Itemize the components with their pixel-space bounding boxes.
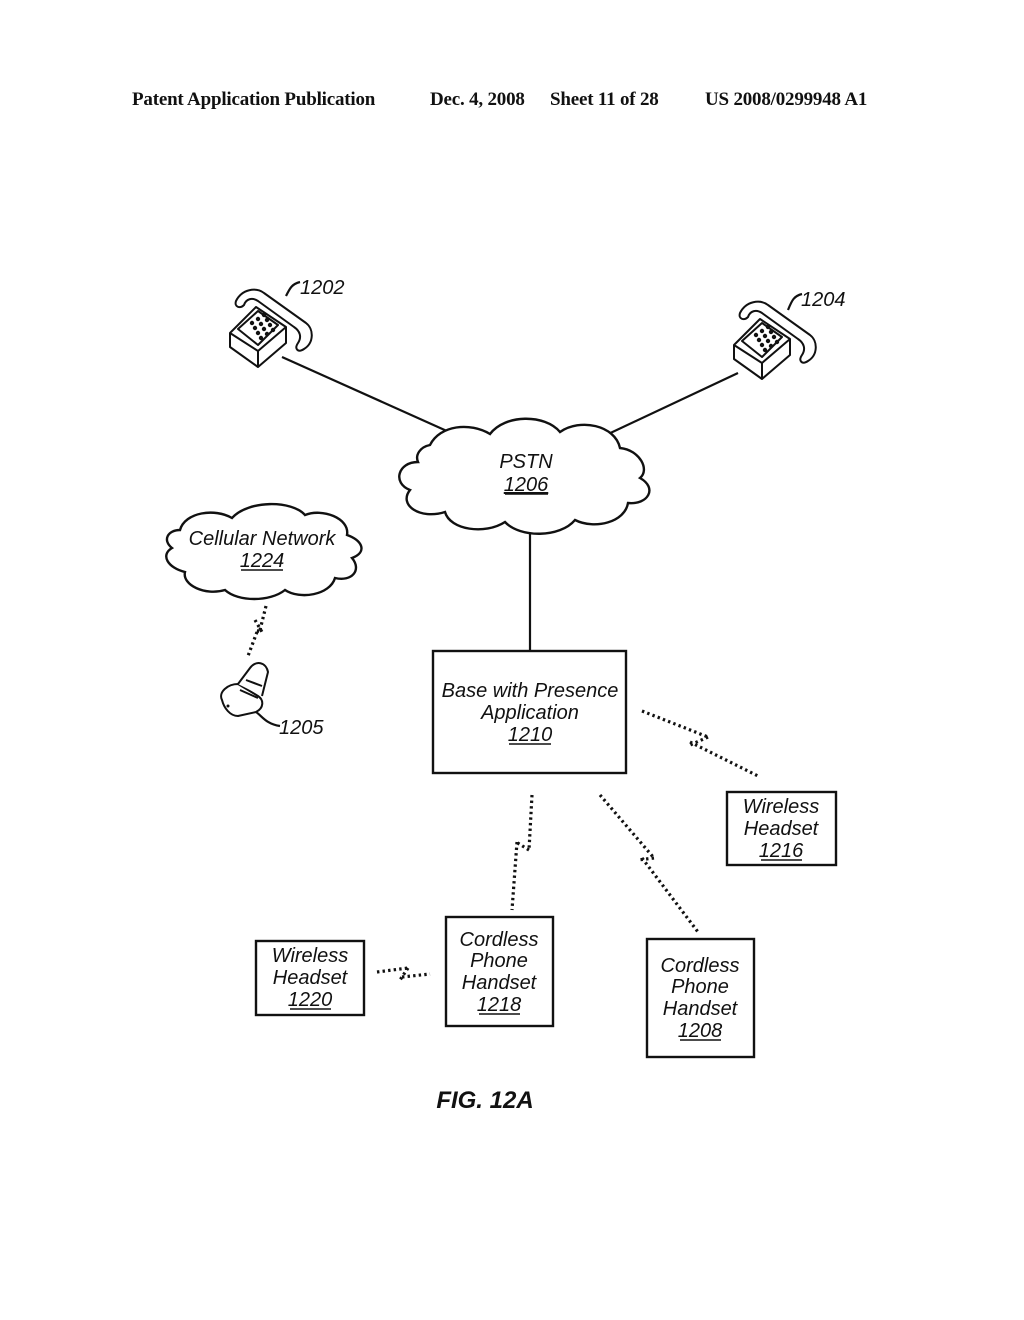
leader-1205	[255, 711, 281, 728]
headset-1220-line2: Headset	[273, 967, 349, 989]
wire-1202-pstn	[281, 355, 459, 438]
handset-1218-ref: 1218	[477, 994, 522, 1016]
cordless-handset-1208-box: Cordless Phone Handset 1208	[645, 937, 756, 1059]
wireless-link-1220-1218	[376, 966, 431, 981]
wireless-headset-1216-box: Wireless Headset 1216	[725, 790, 838, 867]
headset-1220-ref: 1220	[288, 989, 333, 1011]
desk-telephone-1202-icon	[229, 288, 313, 368]
cellular-network-cloud: Cellular Network 1224	[165, 502, 363, 601]
cellular-ref: 1224	[240, 550, 285, 572]
phone-1202-ref: 1202	[300, 277, 345, 299]
handset-1218-line2: Phone	[470, 950, 528, 972]
mobile-1205-ref: 1205	[279, 717, 324, 739]
headset-1216-line1: Wireless	[743, 796, 820, 818]
headset-1216-ref: 1216	[759, 840, 804, 862]
handset-1208-line1: Cordless	[661, 955, 740, 977]
handset-1208-line2: Phone	[671, 976, 729, 998]
handset-1208-ref: 1208	[678, 1020, 723, 1042]
handset-1218-line3: Handset	[462, 972, 538, 994]
base-ref: 1210	[508, 724, 553, 746]
figure-caption: FIG. 12A	[436, 1087, 533, 1114]
base-presence-application-box: Base with Presence Application 1210	[431, 649, 628, 775]
leader-1202	[285, 280, 301, 297]
mobile-phone-1205-icon	[220, 662, 269, 717]
wireless-link-base-1216	[641, 709, 759, 778]
headset-1220-line1: Wireless	[272, 945, 349, 967]
cordless-handset-1218-box: Cordless Phone Handset 1218	[444, 915, 555, 1028]
handset-1208-line3: Handset	[663, 998, 739, 1020]
base-line2: Application	[480, 702, 579, 724]
wireless-link-base-1208	[598, 793, 700, 933]
wire-1204-pstn	[603, 372, 739, 437]
phone-1204-ref: 1204	[801, 289, 846, 311]
handset-1218-line1: Cordless	[460, 929, 539, 951]
desk-telephone-1204-icon	[733, 300, 817, 380]
pstn-ref: 1206	[504, 474, 549, 496]
base-line1: Base with Presence	[442, 680, 619, 702]
wireless-headset-1220-box: Wireless Headset 1220	[254, 939, 366, 1017]
headset-1216-line2: Headset	[744, 818, 820, 840]
leader-1204	[786, 292, 803, 311]
pstn-cloud: PSTN 1206	[398, 417, 651, 535]
cellular-label: Cellular Network	[189, 528, 337, 550]
wireless-link-cellular-mobile	[246, 605, 268, 657]
wireless-link-base-1218	[510, 794, 534, 911]
pstn-label: PSTN	[499, 451, 553, 473]
network-diagram: PSTN 1206 Cellular Network 1224 1202 120…	[165, 277, 846, 1114]
